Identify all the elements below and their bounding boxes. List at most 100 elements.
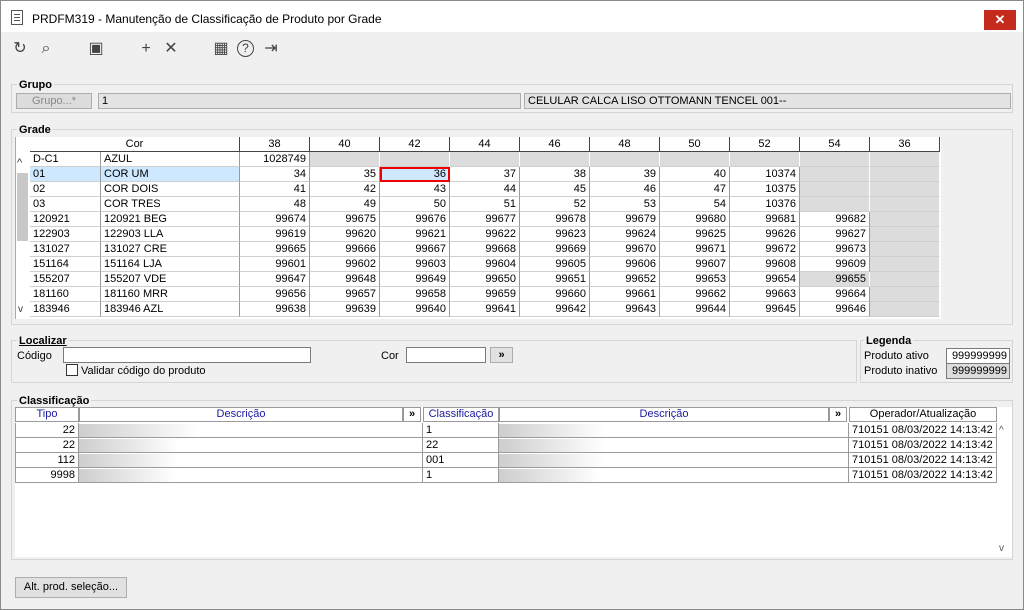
- add-icon[interactable]: +: [137, 40, 155, 58]
- grade-cell[interactable]: 36: [380, 167, 450, 182]
- calendar-icon[interactable]: ▦: [212, 40, 230, 58]
- grade-cell[interactable]: [870, 167, 940, 182]
- class-row-operador[interactable]: 710151 08/03/2022 14:13:42: [849, 423, 997, 438]
- col-header-tipo[interactable]: Tipo: [15, 407, 79, 422]
- grade-cell[interactable]: 53: [590, 197, 660, 212]
- grade-cell[interactable]: 35: [310, 167, 380, 182]
- class-row-classificacao[interactable]: 001: [423, 453, 499, 468]
- class-row-classificacao[interactable]: 22: [423, 438, 499, 453]
- grade-cell[interactable]: 99664: [800, 287, 870, 302]
- grade-cell[interactable]: 99603: [380, 257, 450, 272]
- grade-cell[interactable]: 37: [450, 167, 520, 182]
- row-color-name[interactable]: AZUL: [101, 152, 240, 167]
- grade-cell[interactable]: 99682: [800, 212, 870, 227]
- grade-cell[interactable]: 99623: [520, 227, 590, 242]
- localizar-go-button[interactable]: »: [490, 347, 513, 363]
- grade-cell[interactable]: 99642: [520, 302, 590, 317]
- row-code[interactable]: 131027: [30, 242, 101, 257]
- grade-cell[interactable]: 99627: [800, 227, 870, 242]
- grade-cell[interactable]: 99652: [590, 272, 660, 287]
- grade-cell[interactable]: 10374: [730, 167, 800, 182]
- grade-cell[interactable]: 99605: [520, 257, 590, 272]
- close-button[interactable]: ✕: [984, 10, 1016, 30]
- grade-cell[interactable]: 99667: [380, 242, 450, 257]
- grade-cell[interactable]: 40: [660, 167, 730, 182]
- grade-cell[interactable]: 99662: [660, 287, 730, 302]
- grade-cell[interactable]: 99646: [800, 302, 870, 317]
- exit-icon[interactable]: ⇥: [262, 40, 280, 58]
- grade-cell[interactable]: 99661: [590, 287, 660, 302]
- class-row-operador[interactable]: 710151 08/03/2022 14:13:42: [849, 438, 997, 453]
- expand-descricao2-button[interactable]: »: [829, 407, 847, 422]
- col-header-size[interactable]: 36: [870, 137, 940, 152]
- grade-cell[interactable]: 39: [590, 167, 660, 182]
- cor-input[interactable]: [406, 347, 486, 363]
- grade-cell[interactable]: 99663: [730, 287, 800, 302]
- row-color-name[interactable]: 122903 LLA: [101, 227, 240, 242]
- validar-checkbox[interactable]: [66, 364, 78, 376]
- row-code[interactable]: 181160: [30, 287, 101, 302]
- grade-cell[interactable]: [800, 197, 870, 212]
- grade-cell[interactable]: 99609: [800, 257, 870, 272]
- grade-cell[interactable]: 99619: [240, 227, 310, 242]
- grade-cell[interactable]: 99601: [240, 257, 310, 272]
- grade-cell[interactable]: [870, 302, 940, 317]
- col-header-descricao[interactable]: Descrição: [79, 407, 403, 422]
- row-code[interactable]: 122903: [30, 227, 101, 242]
- grade-cell[interactable]: 99673: [800, 242, 870, 257]
- grade-cell[interactable]: 99650: [450, 272, 520, 287]
- grade-cell[interactable]: 99660: [520, 287, 590, 302]
- grade-cell[interactable]: [660, 152, 730, 167]
- grade-cell[interactable]: 10376: [730, 197, 800, 212]
- grade-cell[interactable]: 99674: [240, 212, 310, 227]
- grade-cell[interactable]: 99669: [520, 242, 590, 257]
- refresh-icon[interactable]: ↻: [11, 40, 29, 58]
- class-row-tipo[interactable]: 112: [15, 453, 79, 468]
- class-row-tipo[interactable]: 22: [15, 423, 79, 438]
- grade-cell[interactable]: 99675: [310, 212, 380, 227]
- grade-cell[interactable]: 99624: [590, 227, 660, 242]
- grade-cell[interactable]: 99640: [380, 302, 450, 317]
- grade-cell[interactable]: 99608: [730, 257, 800, 272]
- grade-cell[interactable]: 51: [450, 197, 520, 212]
- grade-cell[interactable]: 42: [310, 182, 380, 197]
- row-color-name[interactable]: COR UM: [101, 167, 240, 182]
- class-row-classificacao[interactable]: 1: [423, 468, 499, 483]
- grade-cell[interactable]: [450, 152, 520, 167]
- grade-cell[interactable]: [310, 152, 380, 167]
- grade-cell[interactable]: 99679: [590, 212, 660, 227]
- classificacao-grid[interactable]: Tipo Descrição » Classificação Descrição…: [15, 407, 1012, 557]
- codigo-input[interactable]: [63, 347, 311, 363]
- grade-cell[interactable]: [730, 152, 800, 167]
- class-row-tipo[interactable]: 22: [15, 438, 79, 453]
- grade-cell[interactable]: 10375: [730, 182, 800, 197]
- grade-cell[interactable]: 1028749: [240, 152, 310, 167]
- grade-cell[interactable]: 50: [380, 197, 450, 212]
- col-header-size[interactable]: 44: [450, 137, 520, 152]
- grade-cell[interactable]: 99668: [450, 242, 520, 257]
- grade-cell[interactable]: 47: [660, 182, 730, 197]
- row-code[interactable]: 120921: [30, 212, 101, 227]
- grade-cell[interactable]: [870, 152, 940, 167]
- grade-cell[interactable]: 52: [520, 197, 590, 212]
- grade-cell[interactable]: 99625: [660, 227, 730, 242]
- grade-cell[interactable]: [870, 197, 940, 212]
- search-icon[interactable]: ⌕: [37, 40, 55, 58]
- grade-cell[interactable]: 99677: [450, 212, 520, 227]
- grade-cell[interactable]: 99680: [660, 212, 730, 227]
- col-header-size[interactable]: 50: [660, 137, 730, 152]
- grade-cell[interactable]: 99602: [310, 257, 380, 272]
- class-row-operador[interactable]: 710151 08/03/2022 14:13:42: [849, 468, 997, 483]
- class-row-tipo[interactable]: 9998: [15, 468, 79, 483]
- grade-cell[interactable]: 99606: [590, 257, 660, 272]
- grade-cell[interactable]: 99676: [380, 212, 450, 227]
- class-row-classificacao[interactable]: 1: [423, 423, 499, 438]
- class-scroll-up-icon[interactable]: ^: [999, 425, 1004, 436]
- class-scroll-down-icon[interactable]: v: [999, 543, 1004, 554]
- row-color-name[interactable]: 183946 AZL: [101, 302, 240, 317]
- grade-cell[interactable]: 99621: [380, 227, 450, 242]
- grade-cell[interactable]: 99638: [240, 302, 310, 317]
- grade-cell[interactable]: 44: [450, 182, 520, 197]
- grade-cell[interactable]: [520, 152, 590, 167]
- col-header-size[interactable]: 54: [800, 137, 870, 152]
